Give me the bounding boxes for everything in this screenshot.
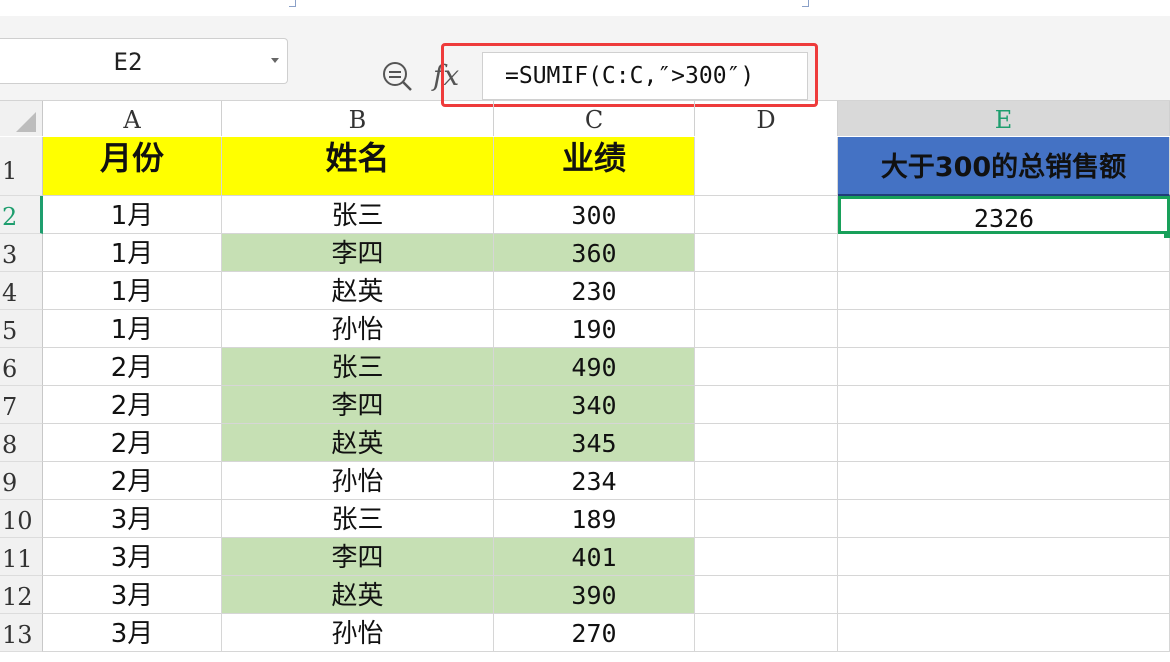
row-header-9[interactable]: 9 <box>0 462 43 500</box>
score-cell[interactable]: 345 <box>494 424 695 462</box>
zoom-out-icon[interactable] <box>381 60 413 92</box>
month-cell[interactable]: 2月 <box>43 424 222 462</box>
name-cell[interactable]: 张三 <box>222 500 494 538</box>
month-cell[interactable]: 2月 <box>43 348 222 386</box>
column-header-a[interactable]: A <box>43 101 222 136</box>
fill-handle[interactable] <box>1164 231 1170 238</box>
row-header-11[interactable]: 11 <box>0 538 43 576</box>
name-cell[interactable]: 李四 <box>222 234 494 272</box>
score-cell[interactable]: 234 <box>494 462 695 500</box>
score-cell[interactable]: 390 <box>494 576 695 614</box>
empty-cell[interactable] <box>695 272 838 310</box>
column-header-e[interactable]: E <box>838 101 1170 136</box>
month-cell[interactable]: 2月 <box>43 386 222 424</box>
empty-cell[interactable] <box>838 272 1170 310</box>
formula-highlight-box <box>441 43 818 107</box>
month-cell[interactable]: 2月 <box>43 462 222 500</box>
row-header-1[interactable]: 1 <box>0 137 43 196</box>
empty-cell[interactable] <box>695 310 838 348</box>
name-box-value: E2 <box>113 48 143 76</box>
month-cell[interactable]: 3月 <box>43 576 222 614</box>
name-cell[interactable]: 孙怡 <box>222 462 494 500</box>
result-header-cell[interactable]: 大于300的总销售额 <box>838 137 1170 196</box>
result-value-cell[interactable]: 2326 <box>838 196 1170 234</box>
empty-cell[interactable] <box>838 576 1170 614</box>
month-cell[interactable]: 1月 <box>43 234 222 272</box>
row-header-4[interactable]: 4 <box>0 272 43 310</box>
month-cell[interactable]: 3月 <box>43 500 222 538</box>
column-header-c[interactable]: C <box>494 101 695 136</box>
score-cell[interactable]: 190 <box>494 310 695 348</box>
month-cell[interactable]: 1月 <box>43 310 222 348</box>
row-header-3[interactable]: 3 <box>0 234 43 272</box>
column-header-b[interactable]: B <box>222 101 494 136</box>
empty-cell[interactable] <box>838 386 1170 424</box>
toolbar-corner-mark <box>802 0 809 7</box>
toolbar-corner-mark <box>289 0 296 7</box>
score-cell[interactable]: 490 <box>494 348 695 386</box>
month-cell[interactable]: 3月 <box>43 538 222 576</box>
score-cell[interactable]: 270 <box>494 614 695 652</box>
row-header-7[interactable]: 7 <box>0 386 43 424</box>
empty-cell[interactable] <box>838 500 1170 538</box>
empty-cell[interactable] <box>695 348 838 386</box>
name-cell[interactable]: 赵英 <box>222 424 494 462</box>
empty-cell[interactable] <box>695 424 838 462</box>
empty-cell[interactable] <box>838 614 1170 652</box>
name-cell[interactable]: 孙怡 <box>222 310 494 348</box>
score-cell[interactable]: 360 <box>494 234 695 272</box>
score-cell[interactable]: 230 <box>494 272 695 310</box>
row-header-2[interactable]: 2 <box>0 196 43 234</box>
formula-bar: E2 fx =SUMIF(C:C,″>300″) <box>0 16 1170 107</box>
score-cell[interactable]: 189 <box>494 500 695 538</box>
row-header-8[interactable]: 8 <box>0 424 43 462</box>
empty-cell[interactable] <box>838 348 1170 386</box>
month-cell[interactable]: 3月 <box>43 614 222 652</box>
name-cell[interactable]: 赵英 <box>222 272 494 310</box>
empty-cell[interactable] <box>695 234 838 272</box>
column-header-d[interactable]: D <box>695 101 838 136</box>
empty-cell[interactable] <box>695 386 838 424</box>
name-box[interactable]: E2 <box>0 38 288 84</box>
month-cell[interactable]: 1月 <box>43 272 222 310</box>
name-cell[interactable]: 李四 <box>222 538 494 576</box>
empty-cell[interactable] <box>838 538 1170 576</box>
score-cell[interactable]: 340 <box>494 386 695 424</box>
empty-cell[interactable] <box>838 424 1170 462</box>
empty-cell[interactable] <box>695 137 838 196</box>
name-cell[interactable]: 赵英 <box>222 576 494 614</box>
empty-cell[interactable] <box>695 500 838 538</box>
chevron-down-icon[interactable] <box>271 58 279 63</box>
header-cell-name[interactable]: 姓名 <box>222 137 494 196</box>
empty-cell[interactable] <box>695 462 838 500</box>
empty-cell[interactable] <box>838 462 1170 500</box>
name-cell[interactable]: 孙怡 <box>222 614 494 652</box>
header-cell-month[interactable]: 月份 <box>43 137 222 196</box>
row-header-5[interactable]: 5 <box>0 310 43 348</box>
empty-cell[interactable] <box>838 234 1170 272</box>
name-cell[interactable]: 张三 <box>222 196 494 234</box>
empty-cell[interactable] <box>695 538 838 576</box>
score-cell[interactable]: 401 <box>494 538 695 576</box>
row-header-10[interactable]: 10 <box>0 500 43 538</box>
header-cell-score[interactable]: 业绩 <box>494 137 695 196</box>
row-header-12[interactable]: 12 <box>0 576 43 614</box>
top-toolbar-strip <box>0 0 1170 17</box>
name-cell[interactable]: 李四 <box>222 386 494 424</box>
select-all-corner[interactable] <box>0 101 43 136</box>
name-cell[interactable]: 张三 <box>222 348 494 386</box>
empty-cell[interactable] <box>838 310 1170 348</box>
row-header-13[interactable]: 13 <box>0 614 43 652</box>
empty-cell[interactable] <box>695 196 838 234</box>
score-cell[interactable]: 300 <box>494 196 695 234</box>
empty-cell[interactable] <box>695 576 838 614</box>
month-cell[interactable]: 1月 <box>43 196 222 234</box>
row-header-6[interactable]: 6 <box>0 348 43 386</box>
empty-cell[interactable] <box>695 614 838 652</box>
